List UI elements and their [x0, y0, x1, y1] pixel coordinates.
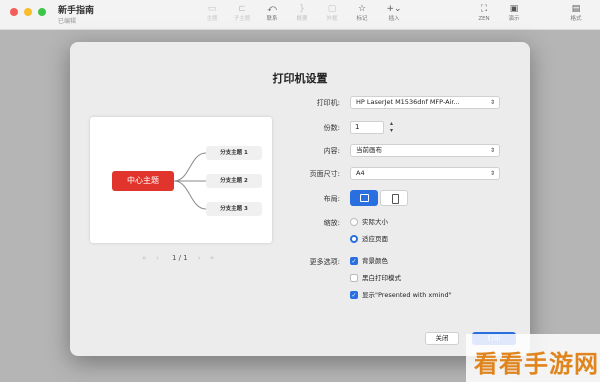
document-title: 新手指南: [58, 6, 95, 16]
layout-landscape-button[interactable]: [350, 190, 378, 206]
toolbar-topic-button[interactable]: ▭ 主题: [198, 3, 226, 27]
chevron-up-icon[interactable]: ▴: [390, 120, 393, 127]
last-page-icon[interactable]: »: [210, 254, 214, 262]
copies-input[interactable]: 1: [350, 121, 384, 134]
zen-icon: ⛶: [480, 4, 488, 14]
print-dialog: 打印机设置 中心主题 分支主题 1 分支主题 2 分支主题 3 « ‹ 1 / …: [70, 42, 530, 356]
content-select[interactable]: 当前画布 ⇕: [350, 144, 500, 157]
summary-icon: }: [299, 4, 305, 14]
portrait-page-icon: [392, 194, 399, 204]
printer-select[interactable]: HP LaserJet M1536dnf MFP-Air... ⇕: [350, 96, 500, 109]
page-indicator: 1 / 1: [172, 254, 188, 262]
watermark-logo: 看看手游网: [474, 350, 599, 378]
radio-button[interactable]: [350, 235, 358, 243]
format-icon: ▤: [571, 4, 581, 14]
central-topic: 中心主题: [112, 171, 174, 191]
toolbar-marker-button[interactable]: ☆ 标记: [348, 3, 376, 27]
close-window-button[interactable]: [10, 8, 18, 16]
next-page-icon[interactable]: ›: [198, 254, 201, 262]
checkbox[interactable]: [350, 274, 358, 282]
star-icon: ☆: [357, 4, 367, 14]
chevron-down-icon[interactable]: ▾: [390, 127, 393, 134]
chevron-updown-icon: ⇕: [489, 147, 495, 154]
scale-label: 缩放:: [323, 219, 340, 227]
printer-label: 打印机:: [316, 99, 340, 107]
preview-pager: « ‹ 1 / 1 › »: [142, 254, 222, 266]
app-toolbar: 新手指南 已编辑 ▭ 主题 ⊏ 子主题 ⤺ 联系 } 概要 ▢ 外框 ☆ 标记 …: [0, 0, 600, 30]
more-options-label: 更多选项:: [309, 258, 340, 266]
layout-portrait-button[interactable]: [380, 190, 408, 206]
print-preview: 中心主题 分支主题 1 分支主题 2 分支主题 3: [90, 117, 272, 243]
prev-page-icon[interactable]: ‹: [156, 254, 159, 262]
first-page-icon[interactable]: «: [142, 254, 146, 262]
close-button[interactable]: 关闭: [425, 332, 459, 345]
zoom-window-button[interactable]: [38, 8, 46, 16]
radio-button[interactable]: [350, 218, 358, 226]
landscape-page-icon: [360, 194, 369, 202]
presentation-icon: ▣: [509, 4, 519, 14]
toolbar-insert-button[interactable]: +⌄ 插入: [380, 3, 408, 27]
toolbar-format-button[interactable]: ▤ 格式: [562, 3, 590, 27]
checkbox[interactable]: ✓: [350, 291, 358, 299]
branch-topic: 分支主题 3: [206, 202, 262, 216]
paper-size-select[interactable]: A4 ⇕: [350, 167, 500, 180]
relationship-icon: ⤺: [267, 4, 277, 14]
copies-stepper[interactable]: ▴ ▾: [387, 120, 396, 135]
subtopic-icon: ⊏: [238, 4, 246, 14]
copies-label: 份数:: [323, 124, 340, 132]
toolbar-presentation-button[interactable]: ▣ 演示: [500, 3, 528, 27]
chevron-updown-icon: ⇕: [489, 170, 495, 177]
toolbar-summary-button[interactable]: } 概要: [288, 3, 316, 27]
dialog-title: 打印机设置: [272, 72, 328, 85]
chevron-updown-icon: ⇕: [489, 99, 495, 106]
toolbar-relationship-button[interactable]: ⤺ 联系: [258, 3, 286, 27]
paper-size-label: 页面尺寸:: [309, 170, 340, 178]
toolbar-boundary-button[interactable]: ▢ 外框: [318, 3, 346, 27]
toolbar-zen-button[interactable]: ⛶ ZEN: [470, 3, 498, 27]
boundary-icon: ▢: [327, 4, 337, 14]
topic-icon: ▭: [207, 4, 217, 14]
branch-topic: 分支主题 2: [206, 174, 262, 188]
toolbar-subtopic-button[interactable]: ⊏ 子主题: [228, 3, 256, 27]
content-label: 内容:: [323, 147, 340, 155]
document-status: 已编辑: [58, 18, 77, 25]
branch-topic: 分支主题 1: [206, 146, 262, 160]
layout-label: 布局:: [323, 195, 340, 203]
insert-icon: +⌄: [386, 4, 402, 14]
minimize-window-button[interactable]: [24, 8, 32, 16]
checkbox[interactable]: ✓: [350, 257, 358, 265]
